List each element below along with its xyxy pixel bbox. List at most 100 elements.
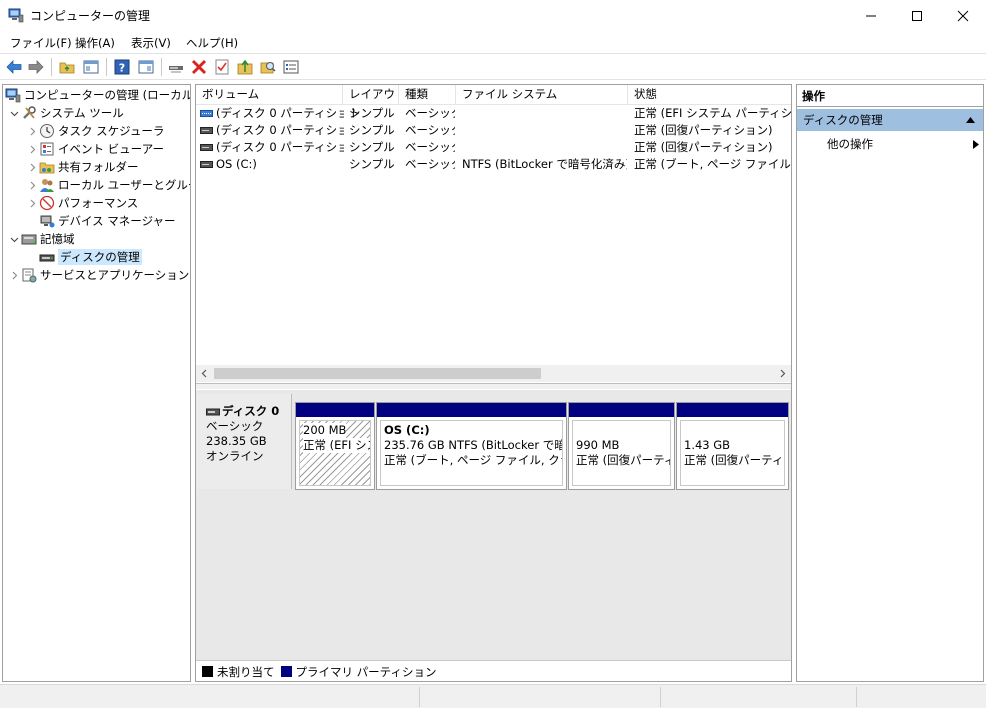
- toolbar: ?: [0, 53, 986, 80]
- show-action-pane-icon[interactable]: [137, 58, 155, 76]
- tree-label: システム ツール: [40, 106, 124, 120]
- forward-arrow-icon[interactable]: [27, 58, 45, 76]
- menu-file[interactable]: ファイル(F): [10, 35, 72, 51]
- partition-status: 正常 (回復パーティ: [576, 453, 671, 467]
- tree-label: タスク スケジューラ: [58, 124, 165, 138]
- tree-item-services-apps[interactable]: サービスとアプリケーション: [7, 266, 189, 284]
- column-type[interactable]: 種類: [399, 85, 456, 105]
- pane-splitter[interactable]: [196, 383, 791, 389]
- tree-item-computer-management[interactable]: コンピューターの管理 (ローカル): [5, 86, 190, 104]
- scroll-right-icon[interactable]: [778, 369, 787, 378]
- column-layout[interactable]: レイアウト: [343, 85, 399, 120]
- toolbar-separator: [51, 58, 52, 76]
- properties-icon[interactable]: [282, 58, 300, 76]
- delete-icon[interactable]: [190, 58, 208, 76]
- partition-status: 正常 (回復パーティシ: [684, 453, 785, 467]
- tree-label: 記憶域: [40, 232, 75, 246]
- status-bar: [0, 684, 986, 708]
- maximize-icon: [912, 10, 922, 21]
- connect-icon[interactable]: [167, 58, 185, 76]
- chevron-right-icon[interactable]: [25, 158, 39, 176]
- more-actions-item[interactable]: 他の操作: [827, 135, 979, 153]
- volume-filesystem: [462, 139, 627, 156]
- disk-kind: ベーシック: [206, 419, 264, 433]
- maximize-button[interactable]: [894, 0, 940, 31]
- help-icon[interactable]: ?: [113, 58, 131, 76]
- partition-size: 235.76 GB NTFS (BitLocker で暗号化: [384, 438, 562, 452]
- primary-swatch: [280, 666, 292, 677]
- horizontal-scrollbar[interactable]: [196, 365, 791, 382]
- volume-layout: シンプル: [349, 157, 395, 171]
- chevron-down-icon[interactable]: [7, 104, 21, 122]
- partition-volume-icon: [200, 110, 213, 117]
- search-folder-icon[interactable]: [259, 58, 277, 76]
- partition-recovery-5[interactable]: 1.43 GB 正常 (回復パーティシ: [676, 402, 789, 490]
- actions-pane: 操作 ディスクの管理 他の操作: [796, 84, 984, 682]
- status-divider: [419, 687, 420, 707]
- storage-icon: [21, 234, 37, 245]
- tree-item-local-users[interactable]: ローカル ユーザーとグループ: [25, 176, 190, 194]
- computer-management-icon: [8, 8, 24, 23]
- volume-status: 正常 (EFI システム パーティション): [634, 106, 791, 120]
- chevron-right-icon[interactable]: [25, 194, 39, 212]
- collapse-up-icon[interactable]: [966, 117, 975, 123]
- partition-efi[interactable]: 200 MB 正常 (EFI シス: [295, 402, 375, 490]
- menu-help[interactable]: ヘルプ(H): [186, 35, 238, 51]
- chevron-right-icon[interactable]: [7, 266, 21, 284]
- event-viewer-icon: [40, 142, 54, 156]
- actions-section-disk-management[interactable]: ディスクの管理: [797, 109, 983, 131]
- volume-type: ベーシック: [405, 140, 455, 154]
- partition-bar: [569, 403, 674, 417]
- minimize-button[interactable]: [848, 0, 894, 31]
- tree-item-task-scheduler[interactable]: タスク スケジューラ: [25, 122, 164, 140]
- tree-item-shared-folders[interactable]: 共有フォルダー: [25, 158, 139, 176]
- volume-layout: シンプル: [349, 140, 395, 154]
- chevron-down-icon[interactable]: [7, 230, 21, 248]
- tree-label: イベント ビューアー: [58, 142, 165, 156]
- menu-action[interactable]: 操作(A): [75, 35, 115, 51]
- disk-info[interactable]: ディスク 0 ベーシック 238.35 GB オンライン: [197, 394, 292, 489]
- tree-item-storage[interactable]: 記憶域: [7, 230, 75, 248]
- check-icon[interactable]: [213, 58, 231, 76]
- partition-os-c[interactable]: OS (C:) 235.76 GB NTFS (BitLocker で暗号化 正…: [376, 402, 567, 490]
- partition-size: 200 MB: [303, 423, 347, 438]
- drive-volume-icon: [200, 161, 213, 168]
- disk-drive-icon: [39, 254, 55, 262]
- column-filesystem[interactable]: ファイル システム: [456, 85, 628, 105]
- table-row[interactable]: (ディスク 0 パーティション 1) シンプル ベーシック 正常 (EFI シス…: [196, 105, 791, 122]
- close-icon: [957, 10, 969, 21]
- volume-list-header: ボリューム レイアウト 種類 ファイル システム 状態: [196, 85, 791, 120]
- show-tree-icon[interactable]: [82, 58, 100, 76]
- table-row[interactable]: OS (C:) シンプル ベーシック NTFS (BitLocker で暗号化済…: [196, 156, 791, 173]
- scrollbar-thumb[interactable]: [214, 368, 541, 379]
- menu-bar: ファイル(F) 操作(A) 表示(V) ヘルプ(H): [0, 31, 986, 53]
- close-button[interactable]: [940, 0, 986, 31]
- tree-item-device-manager[interactable]: デバイス マネージャー: [39, 212, 176, 230]
- volume-type: ベーシック: [405, 106, 455, 120]
- tree-item-system-tools[interactable]: システム ツール: [7, 104, 124, 122]
- scroll-left-icon[interactable]: [200, 369, 209, 378]
- table-row[interactable]: (ディスク 0 パーティション 4) シンプル ベーシック 正常 (回復パーティ…: [196, 122, 791, 139]
- tree-item-event-viewer[interactable]: イベント ビューアー: [25, 140, 164, 158]
- tree-item-disk-management[interactable]: ディスクの管理: [39, 248, 142, 266]
- column-volume[interactable]: ボリューム: [196, 85, 343, 105]
- tree-label: 共有フォルダー: [58, 160, 139, 174]
- menu-view[interactable]: 表示(V): [131, 35, 171, 51]
- volume-type: ベーシック: [405, 157, 455, 171]
- column-status[interactable]: 状態: [628, 85, 791, 105]
- tree-label: ディスクの管理: [58, 249, 142, 265]
- back-arrow-icon[interactable]: [5, 58, 23, 76]
- volume-name: OS (C:): [216, 157, 257, 171]
- partition-status: 正常 (EFI シス: [303, 438, 370, 453]
- volume-type: ベーシック: [405, 123, 455, 137]
- table-row[interactable]: (ディスク 0 パーティション 5) シンプル ベーシック 正常 (回復パーティ…: [196, 139, 791, 156]
- up-folder-icon[interactable]: [58, 58, 76, 76]
- export-up-icon[interactable]: [236, 58, 254, 76]
- chevron-right-icon[interactable]: [25, 122, 39, 140]
- chevron-right-icon[interactable]: [25, 176, 39, 194]
- tree-label: パフォーマンス: [58, 196, 139, 210]
- partition-recovery-4[interactable]: 990 MB 正常 (回復パーティ: [568, 402, 675, 490]
- chevron-right-icon[interactable]: [25, 140, 39, 158]
- toolbar-separator: [161, 58, 162, 76]
- tree-item-performance[interactable]: パフォーマンス: [25, 194, 138, 212]
